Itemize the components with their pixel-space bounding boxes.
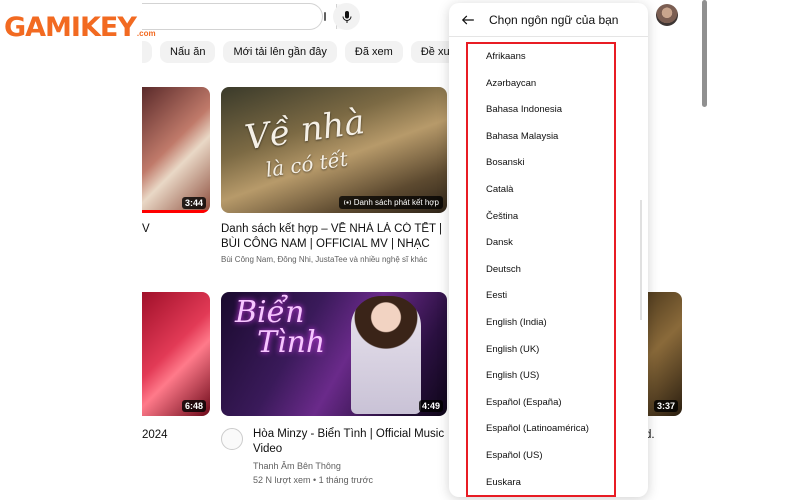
language-menu-title: Chọn ngôn ngữ của bạn [489, 12, 619, 27]
video-title-3[interactable]: 2024 [142, 428, 182, 443]
video-thumbnail-3[interactable]: 6:48 [142, 292, 210, 416]
language-list-highlight: Afrikaans Azərbaycan Bahasa Indonesia Ba… [466, 42, 616, 497]
mic-icon [342, 10, 351, 23]
chip-recently-uploaded[interactable]: Mới tải lên gần đây [223, 41, 337, 63]
language-item[interactable]: Bahasa Indonesia [468, 97, 614, 124]
video-duration: 6:48 [181, 400, 206, 412]
playlist-badge: Danh sách phát kết hợp [338, 196, 443, 209]
language-item[interactable]: Español (US) [468, 443, 614, 470]
video-title-4[interactable]: Hòa Minzy - Biển Tình | Official Music V… [253, 427, 445, 457]
language-item[interactable]: English (India) [468, 310, 614, 337]
video-title-2[interactable]: Danh sách kết hợp – VỀ NHÀ LÀ CÓ TẾT | B… [221, 222, 445, 252]
language-item[interactable]: Afrikaans [468, 44, 614, 71]
video-title-5[interactable]: d. [645, 428, 675, 443]
page-scrollbar[interactable] [702, 0, 707, 107]
chip-partial[interactable] [142, 41, 152, 63]
video-thumbnail-1[interactable]: 3:44 [142, 87, 210, 213]
language-item[interactable]: English (UK) [468, 337, 614, 364]
video-channels-2[interactable]: Bùi Công Nam, Đông Nhi, JustaTee và nhiề… [221, 253, 447, 266]
gamikey-logo: GAMIKEY .com [4, 12, 156, 43]
broadcast-icon [343, 199, 351, 206]
video-title-1[interactable]: V [142, 222, 152, 237]
video-duration: 3:37 [653, 400, 678, 412]
video-stats-4: 52 N lượt xem • 1 tháng trước [253, 475, 374, 485]
filter-chips: Nấu ăn Mới tải lên gần đây Đã xem Đề xuấ… [142, 41, 491, 63]
menu-scrollbar[interactable] [640, 200, 642, 320]
playlist-label: Danh sách phát kết hợp [353, 198, 439, 207]
video-thumbnail-2[interactable]: Về nhà là có tết Danh sách phát kết hợp [221, 87, 447, 213]
language-item[interactable]: Dansk [468, 230, 614, 257]
logo-text: GAMIKEY [4, 12, 137, 43]
language-item[interactable]: Deutsch [468, 257, 614, 284]
language-item[interactable]: Euskara [468, 470, 614, 496]
video-duration: 4:49 [418, 400, 443, 412]
language-item[interactable]: Español (Latinoamérica) [468, 416, 614, 443]
thumbnail-artwork: Về nhà là có tết [242, 101, 368, 182]
keyboard-icon[interactable] [324, 12, 326, 21]
language-item[interactable]: English (US) [468, 363, 614, 390]
language-item[interactable]: Čeština [468, 204, 614, 231]
account-avatar[interactable] [656, 4, 678, 26]
language-item[interactable]: Bosanski [468, 150, 614, 177]
search-input[interactable] [142, 4, 324, 29]
back-arrow-icon [461, 15, 474, 24]
video-duration: 3:44 [181, 197, 206, 209]
video-thumbnail-4[interactable]: Biển Tình 4:49 [221, 292, 447, 416]
chip-cooking[interactable]: Nấu ăn [160, 41, 216, 63]
singer-figure [351, 296, 421, 414]
logo-domain: .com [136, 29, 156, 38]
thumbnail-artwork: Biển Tình [235, 295, 326, 360]
video-channel-4[interactable]: Thanh Âm Bên Thông [253, 460, 341, 473]
voice-search-button[interactable] [333, 3, 360, 30]
language-menu-header: Chọn ngôn ngữ của bạn [449, 3, 648, 37]
watch-progress-bar [142, 210, 210, 213]
language-item[interactable]: Azərbaycan [468, 71, 614, 98]
language-item[interactable]: Español (España) [468, 390, 614, 417]
channel-avatar[interactable] [221, 428, 243, 450]
language-menu: Chọn ngôn ngữ của bạn Afrikaans Azərbayc… [449, 3, 648, 497]
language-item[interactable]: Eesti [468, 283, 614, 310]
language-item[interactable]: Català [468, 177, 614, 204]
language-item[interactable]: Bahasa Malaysia [468, 124, 614, 151]
search-bar [142, 3, 351, 30]
back-button[interactable] [459, 11, 477, 29]
chip-watched[interactable]: Đã xem [344, 41, 403, 63]
